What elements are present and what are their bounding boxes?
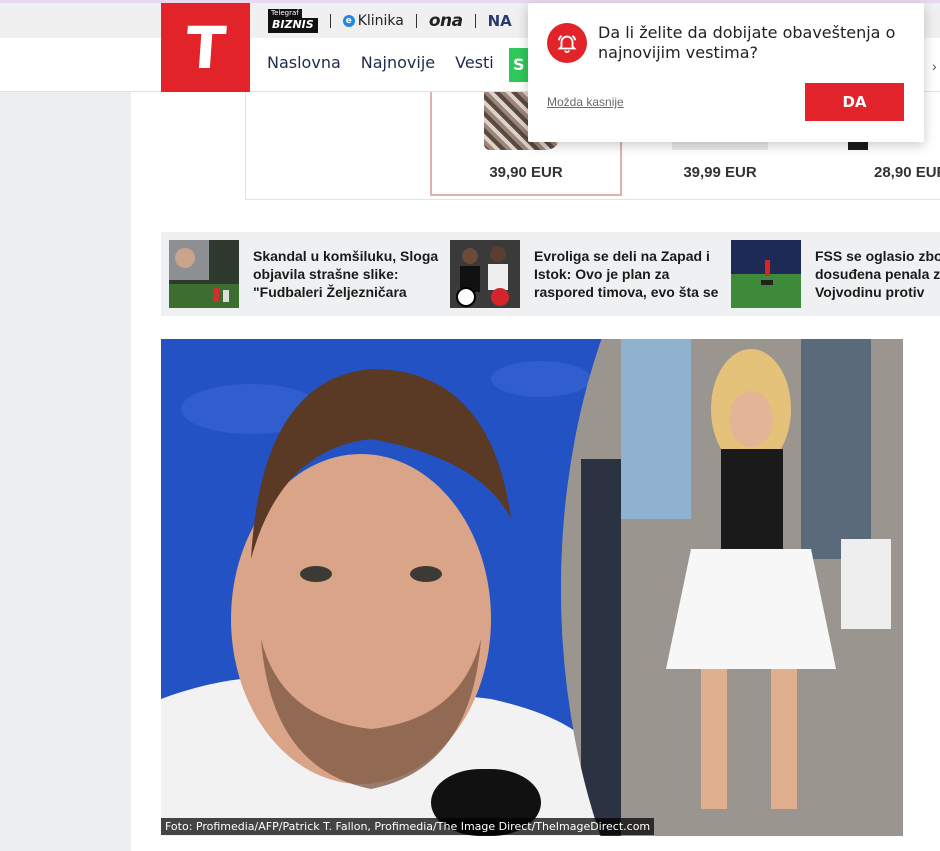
news-title: FSS se oglasio zbo dosuđena penala z Voj… xyxy=(815,248,940,303)
divider xyxy=(474,14,476,28)
main-nav: Naslovna Najnovije Vesti xyxy=(267,53,494,72)
divider xyxy=(415,14,417,28)
klinika-label: Klinika xyxy=(357,13,404,29)
news-card[interactable]: Skandal u komšiluku, Sloga objavila stra… xyxy=(169,240,439,310)
nav-item-naslovna[interactable]: Naslovna xyxy=(267,53,341,72)
product-price: 39,90 EUR xyxy=(489,164,563,181)
nav-item-vesti[interactable]: Vesti xyxy=(455,53,494,72)
photo-credit: Foto: Profimedia/AFP/Patrick T. Fallon, … xyxy=(161,818,655,835)
notification-prompt: Da li želite da dobijate obaveštenja o n… xyxy=(528,3,924,142)
left-sidebar-gutter xyxy=(0,92,131,851)
biznis-small-label: Telegraf xyxy=(268,9,302,19)
hero-left-photo xyxy=(161,339,601,836)
bell-icon xyxy=(547,23,587,63)
chevron-right-icon[interactable]: › xyxy=(932,58,937,74)
hero-image[interactable] xyxy=(161,339,903,836)
partner-klinika-link[interactable]: e Klinika xyxy=(342,13,404,29)
page: T Telegraf BIZNIS e Klinika ona NA Naslo… xyxy=(0,0,940,851)
news-thumbnail xyxy=(731,240,801,308)
divider xyxy=(329,14,331,28)
accept-notifications-button[interactable]: DA xyxy=(805,83,904,121)
news-card[interactable]: FSS se oglasio zbo dosuđena penala z Voj… xyxy=(731,240,940,310)
notification-message: Da li želite da dobijate obaveštenja o n… xyxy=(598,23,896,62)
klinika-icon: e xyxy=(342,15,355,27)
partner-ona-link[interactable]: ona xyxy=(429,11,463,31)
maybe-later-link[interactable]: Možda kasnije xyxy=(547,95,624,109)
telegraf-logo[interactable]: T xyxy=(161,3,250,92)
product-price: 39,99 EUR xyxy=(683,164,757,181)
news-title: Skandal u komšiluku, Sloga objavila stra… xyxy=(253,248,439,303)
partner-biznis-link[interactable]: Telegraf BIZNIS xyxy=(268,9,318,33)
news-strip: Skandal u komšiluku, Sloga objavila stra… xyxy=(161,232,940,316)
biznis-label: BIZNIS xyxy=(268,18,318,33)
partner-links: Telegraf BIZNIS e Klinika ona NA xyxy=(268,6,512,36)
hero-right-photo xyxy=(561,339,903,836)
nav-item-najnovije[interactable]: Najnovije xyxy=(361,53,435,72)
product-price: 28,90 EUR xyxy=(874,164,940,181)
news-title: Evroliga se deli na Zapad i Istok: Ovo j… xyxy=(534,248,719,303)
news-card[interactable]: Evroliga se deli na Zapad i Istok: Ovo j… xyxy=(450,240,730,310)
partner-na-link[interactable]: NA xyxy=(488,12,512,30)
news-thumbnail xyxy=(450,240,520,308)
logo-mark-icon: T xyxy=(183,13,228,82)
news-thumbnail xyxy=(169,240,239,308)
